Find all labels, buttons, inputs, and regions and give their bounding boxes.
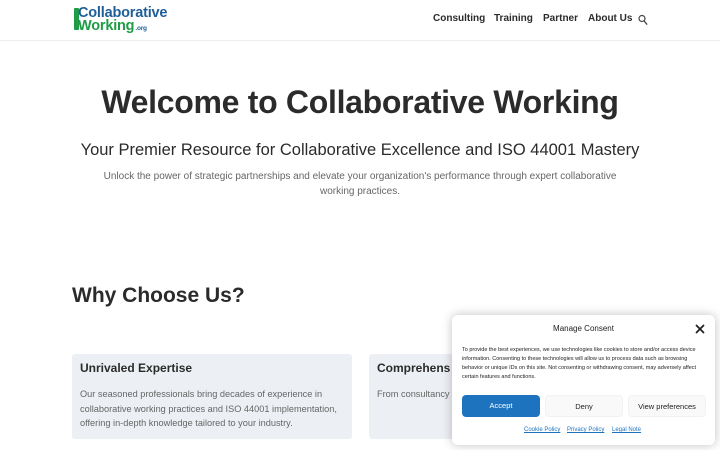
feature-card-text: Our seasoned professionals bring decades… — [80, 389, 337, 428]
nav-consulting[interactable]: Consulting — [433, 13, 485, 24]
consent-dialog: Manage Consent To provide the best exper… — [452, 315, 715, 445]
site-logo[interactable]: Collaborative Working.org — [74, 6, 178, 34]
close-icon[interactable] — [695, 324, 705, 334]
search-icon[interactable] — [638, 14, 648, 26]
hero-description: Unlock the power of strategic partnershi… — [103, 171, 617, 197]
section-title: Why Choose Us? — [72, 284, 245, 307]
logo-suffix: .org — [135, 25, 147, 32]
page-subtitle: Your Premier Resource for Collaborative … — [80, 141, 640, 159]
logo-line2: Working.org — [78, 19, 147, 36]
accept-button[interactable]: Accept — [462, 395, 540, 417]
nav-partner[interactable]: Partner — [543, 13, 578, 24]
feature-card-title: Unrivaled Expertise — [80, 361, 193, 375]
logo-word: Working — [78, 18, 135, 34]
cookie-policy-link[interactable]: Cookie Policy — [524, 427, 560, 433]
feature-card: Unrivaled Expertise Our seasoned profess… — [72, 354, 352, 439]
nav-about-us[interactable]: About Us — [588, 13, 632, 24]
deny-button[interactable]: Deny — [545, 395, 623, 417]
consent-text: To provide the best experiences, we use … — [462, 347, 697, 380]
legal-note-link[interactable]: Legal Note — [612, 427, 641, 433]
view-preferences-button[interactable]: View preferences — [628, 395, 706, 417]
consent-title: Manage Consent — [553, 324, 614, 333]
site-header: Collaborative Working.org Consulting Tra… — [0, 0, 720, 41]
nav-training[interactable]: Training — [494, 13, 533, 24]
page-title: Welcome to Collaborative Working — [101, 84, 619, 120]
feature-card-title: Comprehens — [377, 361, 451, 375]
privacy-policy-link[interactable]: Privacy Policy — [567, 427, 604, 433]
